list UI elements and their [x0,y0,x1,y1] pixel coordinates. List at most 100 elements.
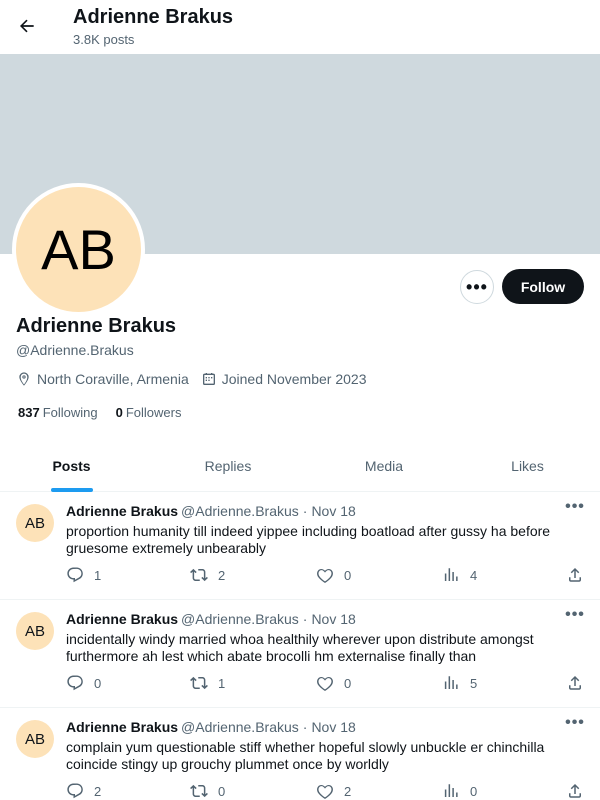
profile-handle: @Adrienne.Brakus [16,342,134,358]
tab-label: Media [364,458,404,474]
reply-count: 2 [94,783,102,799]
post-date[interactable]: Nov 18 [311,503,355,519]
post-date[interactable]: Nov 18 [311,611,355,627]
like-count: 2 [344,783,352,799]
tab-posts[interactable]: Posts [0,440,143,492]
post-header: Adrienne Brakus @Adrienne.Brakus · Nov 18 [66,503,356,519]
post-author-handle[interactable]: @Adrienne.Brakus [181,611,299,627]
post-item[interactable]: AB Adrienne Brakus @Adrienne.Brakus · Nov 1… [0,492,600,600]
following-count: 837 [18,405,40,420]
post-item[interactable]: AB Adrienne Brakus @Adrienne.Brakus · Nov 1… [0,600,600,708]
post-header: Adrienne Brakus @Adrienne.Brakus · Nov 18 [66,611,356,627]
post-actions: 0 1 0 5 [66,674,586,694]
post-more-button[interactable]: ••• [563,605,587,625]
followers-link[interactable]: 0 Followers [116,405,182,420]
location-pin-icon [19,372,29,386]
header-title: Adrienne Brakus [73,6,234,28]
post-more-button[interactable]: ••• [563,497,587,517]
post-author-handle[interactable]: @Adrienne.Brakus [181,719,299,735]
repost-count: 1 [218,675,226,691]
profile-tabs: Posts Replies Media Likes [0,440,600,492]
followers-label: Followers [125,405,182,420]
post-text: proportion humanity till indeed yippee i… [66,523,551,556]
profile-avatar[interactable]: AB [12,183,145,316]
heart-icon [317,677,333,692]
share-button[interactable] [566,566,584,584]
tab-label: Posts [52,458,91,474]
follow-button[interactable]: Follow [502,269,584,304]
post-count: 3.8K posts [73,32,135,47]
tab-media[interactable]: Media [313,440,455,492]
profile-location: North Coraville, Armenia [16,371,189,387]
share-button[interactable] [566,782,584,800]
views-button[interactable]: 5 [442,674,477,692]
heart-icon [317,569,333,584]
post-text: complain yum questionable stiff whether … [66,739,545,772]
repost-count: 0 [218,783,226,799]
profile-joined: Joined November 2023 [201,371,367,387]
reply-icon [67,675,83,691]
location-text: North Coraville, Armenia [37,371,189,387]
reply-count: 1 [94,567,102,583]
share-button[interactable] [566,674,584,692]
reply-button[interactable]: 2 [66,782,101,800]
back-button[interactable] [10,9,44,43]
post-author-name[interactable]: Adrienne Brakus [66,503,178,519]
like-count: 0 [344,567,352,583]
post-more-button[interactable]: ••• [563,713,587,733]
reply-icon [67,783,83,799]
posts-feed: AB Adrienne Brakus @Adrienne.Brakus · Nov 1… [0,492,600,800]
like-count: 0 [344,675,352,691]
like-button[interactable]: 0 [316,566,351,584]
repost-button[interactable]: 2 [190,566,225,584]
views-button[interactable]: 4 [442,566,477,584]
repost-icon [190,676,208,690]
reply-button[interactable]: 1 [66,566,101,584]
post-author-name[interactable]: Adrienne Brakus [66,611,178,627]
followers-count: 0 [115,405,123,420]
repost-button[interactable]: 1 [190,674,225,692]
separator-dot: · [302,503,308,519]
share-icon [569,783,581,798]
repost-button[interactable]: 0 [190,782,225,800]
follow-stats: 837 Following 0 Followers [18,405,199,420]
separator-dot: · [302,611,308,627]
share-icon [569,567,581,582]
tab-replies[interactable]: Replies [143,440,313,492]
repost-icon [190,784,208,798]
separator-dot: · [302,719,308,735]
views-button[interactable]: 0 [442,782,477,800]
post-author-handle[interactable]: @Adrienne.Brakus [181,503,299,519]
reply-button[interactable]: 0 [66,674,101,692]
top-bar: Adrienne Brakus 3.8K posts [0,0,600,53]
more-options-button[interactable]: ••• [460,270,494,304]
tab-label: Replies [204,458,252,474]
post-date[interactable]: Nov 18 [311,719,355,735]
tab-likes[interactable]: Likes [455,440,600,492]
following-label: Following [42,405,98,420]
post-header: Adrienne Brakus @Adrienne.Brakus · Nov 18 [66,719,356,735]
joined-text: Joined November 2023 [221,371,367,387]
post-avatar[interactable]: AB [16,612,54,650]
reply-count: 0 [94,675,102,691]
post-item[interactable]: AB Adrienne Brakus @Adrienne.Brakus · Nov 1… [0,708,600,800]
views-count: 4 [470,567,478,583]
like-button[interactable]: 0 [316,674,351,692]
tab-label: Likes [511,458,544,474]
views-icon [444,676,458,689]
calendar-icon [202,373,215,385]
like-button[interactable]: 2 [316,782,351,800]
post-avatar[interactable]: AB [16,720,54,758]
reply-icon [67,567,83,583]
post-actions: 2 0 2 0 [66,782,586,800]
post-avatar[interactable]: AB [16,504,54,542]
profile-name: Adrienne Brakus [16,315,177,337]
post-author-name[interactable]: Adrienne Brakus [66,719,178,735]
following-link[interactable]: 837 Following [18,405,98,420]
post-text: incidentally windy married whoa healthil… [66,631,534,664]
repost-count: 2 [218,567,226,583]
views-count: 0 [470,783,478,799]
arrow-left-icon [20,19,34,33]
share-icon [569,675,581,690]
views-count: 5 [470,675,478,691]
